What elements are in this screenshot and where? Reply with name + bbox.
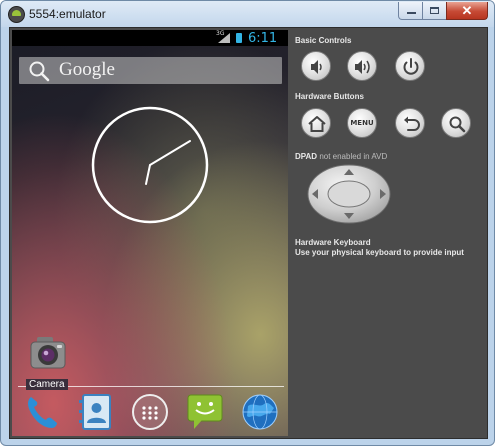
volume-up-icon bbox=[355, 60, 370, 74]
dpad-control[interactable] bbox=[307, 164, 391, 224]
globe-icon[interactable] bbox=[240, 392, 280, 432]
controls-panel: Basic Controls Hardware Buttons MENU DPA… bbox=[293, 28, 487, 438]
status-bar: 3G 6:11 bbox=[12, 30, 288, 46]
dpad-label: DPAD bbox=[295, 152, 318, 161]
volume-down-icon bbox=[311, 60, 322, 74]
minimize-button[interactable] bbox=[398, 2, 423, 20]
search-icon bbox=[29, 61, 50, 82]
title-bar[interactable]: 5554:emulator ✕ bbox=[1, 1, 494, 27]
hardware-keyboard-label: Hardware Keyboard bbox=[295, 238, 371, 247]
apps-grid-icon[interactable] bbox=[130, 392, 170, 432]
search-label: Google bbox=[59, 59, 115, 80]
emulator-client-area: 3G 6:11 Google Camera Basic Controls Har… bbox=[9, 27, 488, 439]
google-search-bar[interactable]: Google bbox=[19, 57, 282, 84]
power-icon bbox=[403, 58, 419, 75]
close-button[interactable]: ✕ bbox=[446, 2, 488, 20]
dpad-heading: DPAD not enabled in AVD bbox=[295, 152, 387, 161]
hardware-keyboard-hint: Use your physical keyboard to provide in… bbox=[295, 248, 464, 257]
analog-clock-icon[interactable] bbox=[91, 106, 209, 224]
home-button[interactable] bbox=[301, 108, 331, 138]
battery-icon bbox=[236, 33, 242, 43]
back-arrow-icon bbox=[404, 116, 420, 131]
search-icon bbox=[449, 116, 466, 133]
android-app-icon bbox=[8, 6, 25, 23]
volume-down-button[interactable] bbox=[301, 51, 331, 81]
contacts-icon[interactable] bbox=[76, 392, 116, 432]
camera-label: Camera bbox=[26, 379, 68, 390]
messaging-icon[interactable] bbox=[185, 392, 225, 432]
camera-icon[interactable] bbox=[28, 333, 68, 373]
search-button[interactable] bbox=[441, 108, 471, 138]
back-button[interactable] bbox=[395, 108, 425, 138]
menu-button-label: MENU bbox=[350, 119, 374, 127]
dock bbox=[12, 392, 288, 436]
emulator-window: 5554:emulator ✕ 3G 6:11 Google Camera Ba… bbox=[0, 0, 495, 446]
basic-controls-label: Basic Controls bbox=[295, 36, 352, 45]
menu-button[interactable]: MENU bbox=[347, 108, 377, 138]
maximize-button[interactable] bbox=[422, 2, 447, 20]
phone-icon[interactable] bbox=[22, 392, 62, 432]
window-title: 5554:emulator bbox=[29, 7, 106, 21]
close-icon: ✕ bbox=[461, 3, 473, 18]
signal-icon bbox=[218, 33, 230, 43]
minimize-icon bbox=[407, 12, 416, 14]
device-screen[interactable]: 3G 6:11 Google Camera bbox=[12, 30, 288, 436]
status-time: 6:11 bbox=[248, 31, 278, 46]
hardware-buttons-label: Hardware Buttons bbox=[295, 92, 364, 101]
maximize-icon bbox=[430, 7, 439, 14]
volume-up-button[interactable] bbox=[347, 51, 377, 81]
power-button[interactable] bbox=[395, 51, 425, 81]
dpad-note: not enabled in AVD bbox=[319, 152, 388, 161]
home-icon bbox=[308, 116, 326, 132]
